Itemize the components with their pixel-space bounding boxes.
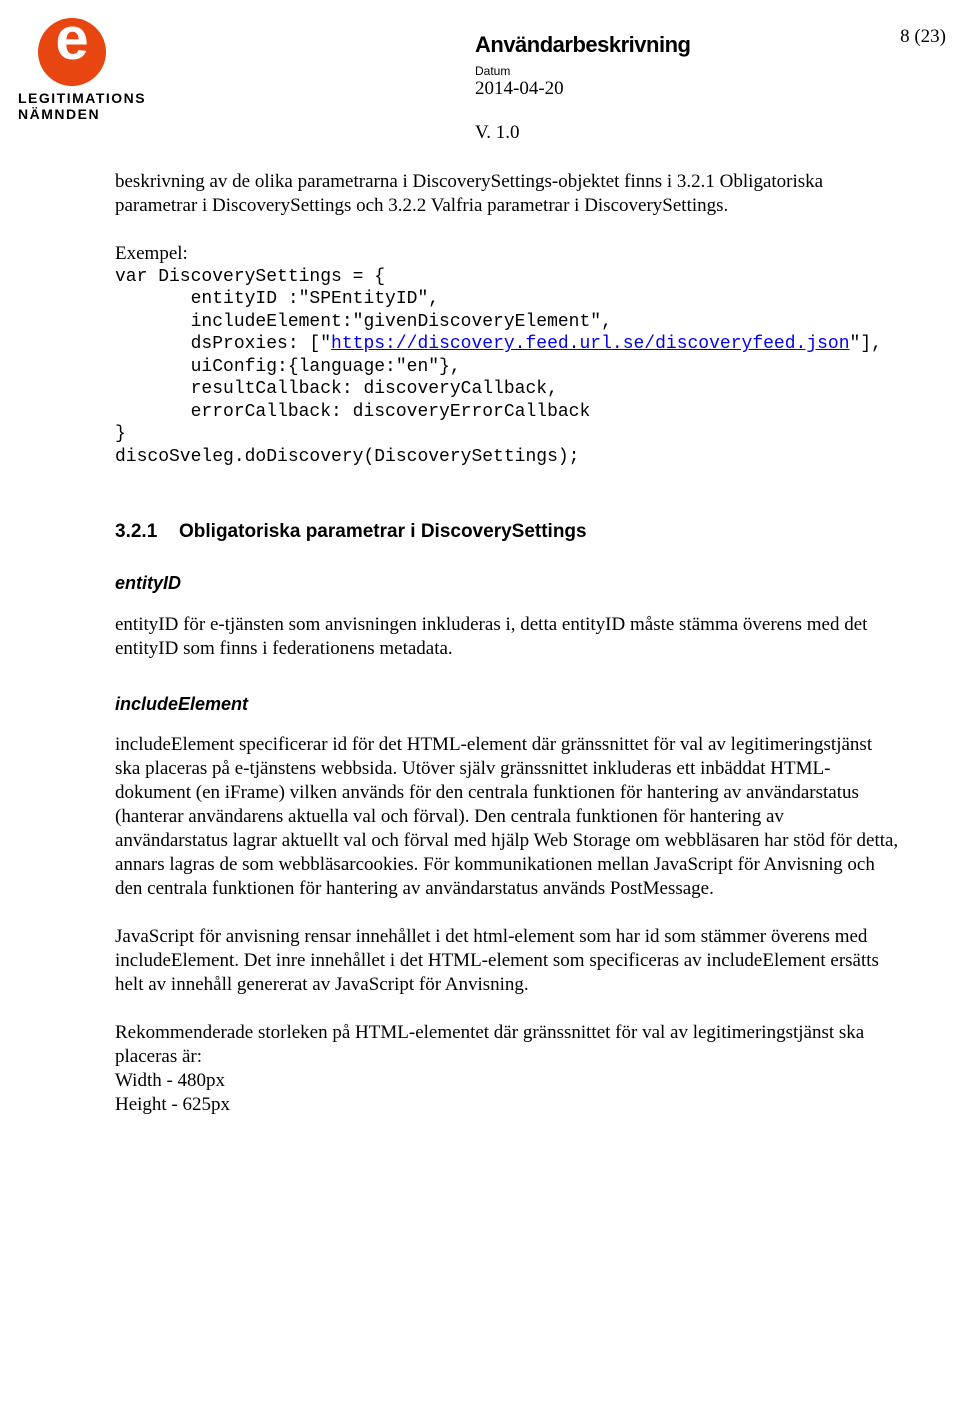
includeelement-p3: Rekommenderade storleken på HTML-element… bbox=[115, 1021, 900, 1069]
code-l9: discoSveleg.doDiscovery(DiscoverySetting… bbox=[115, 447, 579, 467]
includeelement-p1: includeElement specificerar id för det H… bbox=[115, 733, 900, 901]
subhead-includeelement: includeElement bbox=[115, 693, 900, 716]
subhead-entityid: entityID bbox=[115, 572, 900, 595]
code-l8: } bbox=[115, 424, 126, 444]
includeelement-p2: JavaScript för anvisning rensar innehåll… bbox=[115, 925, 900, 997]
heading-text: Obligatoriska parametrar i DiscoverySett… bbox=[179, 521, 587, 542]
header-center: Användarbeskrivning Datum 2014-04-20 V. … bbox=[475, 32, 900, 144]
version: V. 1.0 bbox=[475, 122, 900, 144]
example-block: Exempel: var DiscoverySettings = { entit… bbox=[115, 242, 900, 468]
body-text: beskrivning av de olika parametrarna i D… bbox=[115, 170, 900, 1117]
code-l2: entityID :"SPEntityID", bbox=[115, 289, 439, 309]
page: LEGITIMATIONS NÄMNDEN 8 (23) Användarbes… bbox=[0, 0, 960, 1417]
heading-number: 3.2.1 bbox=[115, 520, 179, 544]
document-type: Användarbeskrivning bbox=[475, 32, 900, 58]
entityid-paragraph: entityID för e-tjänsten som anvisningen … bbox=[115, 613, 900, 661]
code-link[interactable]: https://discovery.feed.url.se/discoveryf… bbox=[331, 334, 849, 354]
height-line: Height - 625px bbox=[115, 1093, 900, 1117]
width-line: Width - 480px bbox=[115, 1069, 900, 1093]
logo-line1: LEGITIMATIONS bbox=[18, 90, 146, 106]
code-l7: errorCallback: discoveryErrorCallback bbox=[115, 402, 590, 422]
exempel-label: Exempel: bbox=[115, 242, 900, 266]
datum-label: Datum bbox=[475, 64, 900, 78]
code-l5: uiConfig:{language:"en"}, bbox=[115, 357, 461, 377]
logo-block: LEGITIMATIONS NÄMNDEN bbox=[12, 18, 132, 122]
heading-3-2-1: 3.2.1Obligatoriska parametrar i Discover… bbox=[115, 520, 900, 544]
code-l1: var DiscoverySettings = { bbox=[115, 267, 385, 287]
logo-text: LEGITIMATIONS NÄMNDEN bbox=[12, 90, 132, 122]
code-l6: resultCallback: discoveryCallback, bbox=[115, 379, 558, 399]
code-l3: includeElement:"givenDiscoveryElement", bbox=[115, 312, 612, 332]
code-l4b: "], bbox=[850, 334, 882, 354]
intro-paragraph: beskrivning av de olika parametrarna i D… bbox=[115, 170, 900, 218]
datum-value: 2014-04-20 bbox=[475, 78, 900, 100]
page-number: 8 (23) bbox=[900, 26, 946, 48]
logo-line2: NÄMNDEN bbox=[18, 106, 100, 122]
logo-e-icon bbox=[38, 18, 106, 86]
code-block: var DiscoverySettings = { entityID :"SPE… bbox=[115, 266, 900, 469]
code-l4a: dsProxies: [" bbox=[115, 334, 331, 354]
